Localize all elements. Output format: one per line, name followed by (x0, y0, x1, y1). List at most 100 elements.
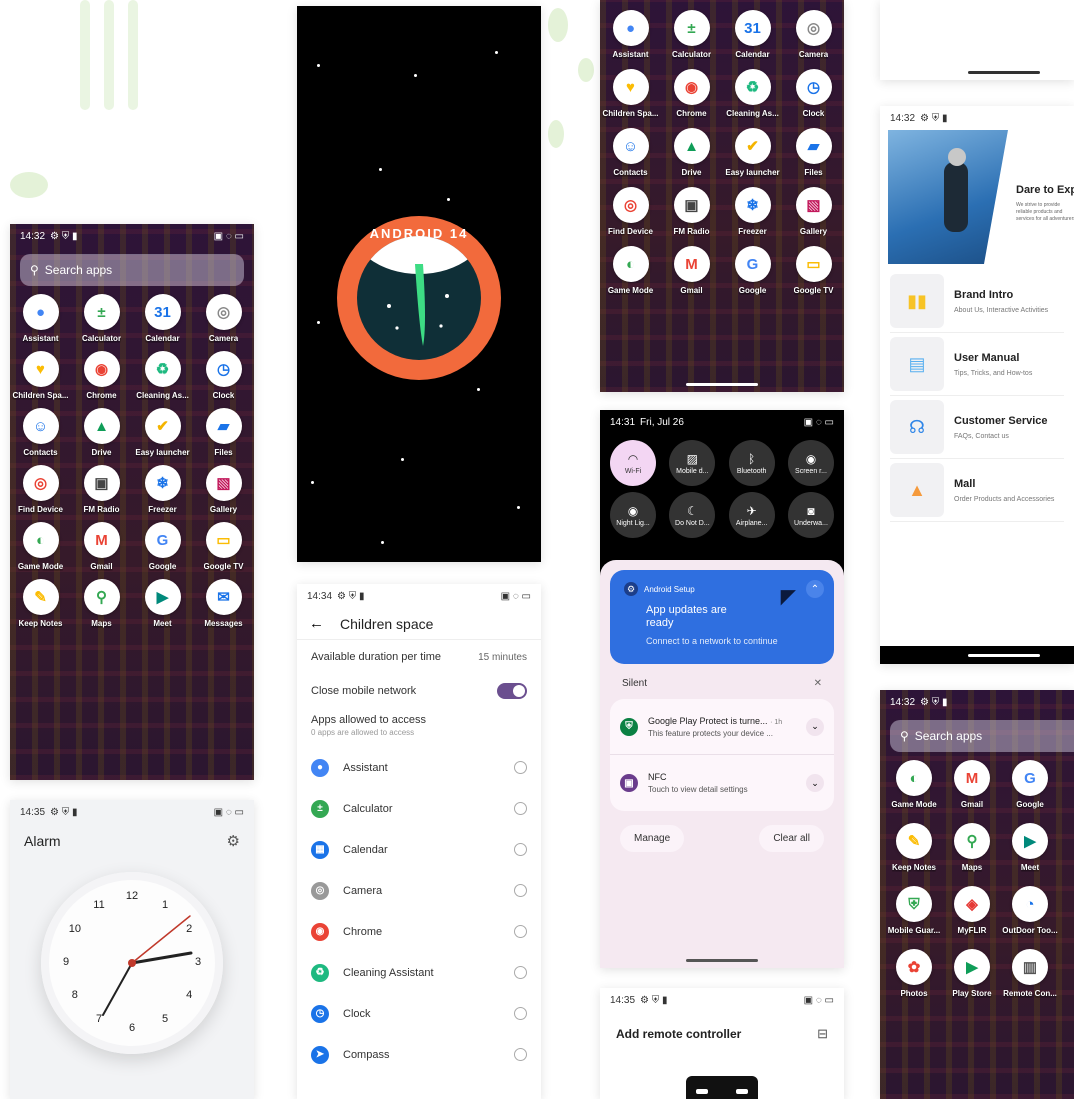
brand-menu-item[interactable]: ▲ Mall Order Products and Accessories (890, 459, 1064, 522)
gear-icon[interactable]: ⚙ (227, 832, 240, 850)
app-icon-keep-notes[interactable]: ✎ Keep Notes (10, 579, 71, 628)
app-icon-find-device[interactable]: ◎ Find Device (10, 465, 71, 514)
app-icon-google-tv[interactable]: ▭ Google TV (193, 522, 254, 571)
app-icon-camera[interactable]: ◎ Camera (193, 294, 254, 343)
app-icon-cleaning-as[interactable]: ♻ Cleaning As... (132, 351, 193, 400)
manage-button[interactable]: Manage (620, 825, 685, 852)
app-icon-gallery[interactable]: ▧ Gallery (783, 187, 844, 236)
app-icon-freezer[interactable]: ❄ Freezer (132, 465, 193, 514)
app-icon-calendar[interactable]: 31 Calendar (132, 294, 193, 343)
expand-icon[interactable]: ⌄ (806, 774, 824, 792)
app-icon-calculator[interactable]: ± Calculator (661, 10, 722, 59)
quick-tile[interactable]: ◠ Wi-Fi (610, 440, 656, 486)
quick-tile[interactable]: ◙ Underwa... (787, 492, 834, 538)
brand-menu-item[interactable]: ▮▮ Brand Intro About Us, Interactive Activ… (890, 270, 1064, 333)
select-radio[interactable] (514, 761, 527, 774)
app-list-item[interactable]: ➤ Compass (297, 1034, 541, 1075)
app-list-item[interactable]: ♻ Cleaning Assistant (297, 952, 541, 993)
select-radio[interactable] (514, 843, 527, 856)
app-list-item[interactable]: ● Assistant (297, 747, 541, 788)
app-icon-easy-launcher[interactable]: ✔ Easy launcher (132, 408, 193, 457)
app-icon-assistant[interactable]: ● Assistant (600, 10, 661, 59)
app-icon-assistant[interactable]: ● Assistant (10, 294, 71, 343)
app-icon-gmail[interactable]: M Gmail (943, 760, 1001, 809)
select-radio[interactable] (514, 1048, 527, 1061)
brand-menu-item[interactable]: ▤ User Manual Tips, Tricks, and How-tos (890, 333, 1064, 396)
app-icon-clock[interactable]: ◷ Clock (783, 69, 844, 118)
app-icon-chrome[interactable]: ◉ Chrome (71, 351, 132, 400)
quick-tile[interactable]: ◉ Screen r... (787, 440, 834, 486)
app-icon-gmail[interactable]: M Gmail (661, 246, 722, 295)
app-icon-freezer[interactable]: ❄ Freezer (722, 187, 783, 236)
app-icon-messages[interactable]: ✉ Messages (193, 579, 254, 628)
app-list-item[interactable]: ◎ Camera (297, 870, 541, 911)
app-icon-children-spa[interactable]: ♥ Children Spa... (600, 69, 661, 118)
app-icon-clock[interactable]: ◷ Clock (193, 351, 254, 400)
app-icon-google[interactable]: G Google (1001, 760, 1059, 809)
app-icon-files[interactable]: ▰ Files (193, 408, 254, 457)
app-icon-children-spa[interactable]: ♥ Children Spa... (10, 351, 71, 400)
select-radio[interactable] (514, 1007, 527, 1020)
app-icon-myflir[interactable]: ◈ MyFLIR (943, 886, 1001, 935)
app-icon-calculator[interactable]: ± Calculator (71, 294, 132, 343)
app-icon-find-device[interactable]: ◎ Find Device (600, 187, 661, 236)
network-toggle[interactable] (497, 683, 527, 699)
app-list-item[interactable]: ◉ Chrome (297, 911, 541, 952)
app-icon-gmail[interactable]: M Gmail (71, 522, 132, 571)
scan-icon[interactable]: ⊟ (817, 1026, 828, 1042)
search-apps-bar[interactable]: ⚲ Search apps (20, 254, 244, 286)
notification-item[interactable]: ▣ NFC Touch to view detail settings ⌄ (610, 755, 834, 811)
quick-tile[interactable]: ☾ Do Not D... (669, 492, 716, 538)
back-arrow-icon[interactable]: ← (309, 615, 324, 632)
app-icon-fm-radio[interactable]: ▣ FM Radio (71, 465, 132, 514)
search-apps-bar[interactable]: ⚲ Search apps (890, 720, 1074, 752)
app-icon-contacts[interactable]: ☺ Contacts (10, 408, 71, 457)
app-icon-google[interactable]: G Google (132, 522, 193, 571)
collapse-icon[interactable]: ⌃ (806, 580, 824, 598)
app-icon-game-mode[interactable]: ◐ Game Mode (885, 760, 943, 809)
app-icon-calendar[interactable]: 31 Calendar (722, 10, 783, 59)
app-icon-cleaning-as[interactable]: ♻ Cleaning As... (722, 69, 783, 118)
app-icon-outdoor-too[interactable]: ◔ OutDoor Too... (1001, 886, 1059, 935)
app-icon-files[interactable]: ▰ Files (783, 128, 844, 177)
app-icon-remote-con[interactable]: ▥ Remote Con... (1001, 949, 1059, 998)
app-list-item[interactable]: ◷ Clock (297, 993, 541, 1034)
app-list-item[interactable]: ± Calculator (297, 788, 541, 829)
notification-item[interactable]: ⛨ Google Play Protect is turne... · 1h Thi… (610, 699, 834, 755)
select-radio[interactable] (514, 884, 527, 897)
brand-menu-item[interactable]: ☊ Customer Service FAQs, Contact us (890, 396, 1064, 459)
quick-tile[interactable]: ▨ Mobile d... (669, 440, 716, 486)
app-icon-google[interactable]: G Google (722, 246, 783, 295)
app-icon-meet[interactable]: ▶ Meet (1001, 823, 1059, 872)
clear-all-button[interactable]: Clear all (759, 825, 824, 852)
app-icon-drive[interactable]: ▲ Drive (71, 408, 132, 457)
select-radio[interactable] (514, 966, 527, 979)
app-icon-photos[interactable]: ✿ Photos (885, 949, 943, 998)
select-radio[interactable] (514, 925, 527, 938)
app-icon-chrome[interactable]: ◉ Chrome (661, 69, 722, 118)
close-icon[interactable]: ✕ (814, 678, 822, 689)
app-list-item[interactable]: ▦ Calendar (297, 829, 541, 870)
app-icon-game-mode[interactable]: ◐ Game Mode (10, 522, 71, 571)
app-icon-camera[interactable]: ◎ Camera (783, 10, 844, 59)
app-icon-drive[interactable]: ▲ Drive (661, 128, 722, 177)
quick-tile[interactable]: ᛒ Bluetooth (728, 440, 775, 486)
app-icon-fm-radio[interactable]: ▣ FM Radio (661, 187, 722, 236)
app-icon-game-mode[interactable]: ◐ Game Mode (600, 246, 661, 295)
app-icon-gallery[interactable]: ▧ Gallery (193, 465, 254, 514)
duration-row[interactable]: Available duration per time 15 minutes (297, 640, 541, 674)
app-icon-mobile-guar[interactable]: ⛨ Mobile Guar... (885, 886, 943, 935)
select-radio[interactable] (514, 802, 527, 815)
setup-notification[interactable]: ⚙ Android Setup App updates are ready Co… (610, 570, 834, 664)
app-icon-easy-launcher[interactable]: ✔ Easy launcher (722, 128, 783, 177)
quick-tile[interactable]: ✈ Airplane... (728, 492, 775, 538)
app-icon-contacts[interactable]: ☺ Contacts (600, 128, 661, 177)
expand-icon[interactable]: ⌄ (806, 717, 824, 736)
app-icon-google-tv[interactable]: ▭ Google TV (783, 246, 844, 295)
app-icon-keep-notes[interactable]: ✎ Keep Notes (885, 823, 943, 872)
quick-tile[interactable]: ◉ Night Lig... (610, 492, 656, 538)
app-icon-meet[interactable]: ▶ Meet (132, 579, 193, 628)
app-icon-maps[interactable]: ⚲ Maps (943, 823, 1001, 872)
app-icon-maps[interactable]: ⚲ Maps (71, 579, 132, 628)
app-icon-play-store[interactable]: ▶ Play Store (943, 949, 1001, 998)
